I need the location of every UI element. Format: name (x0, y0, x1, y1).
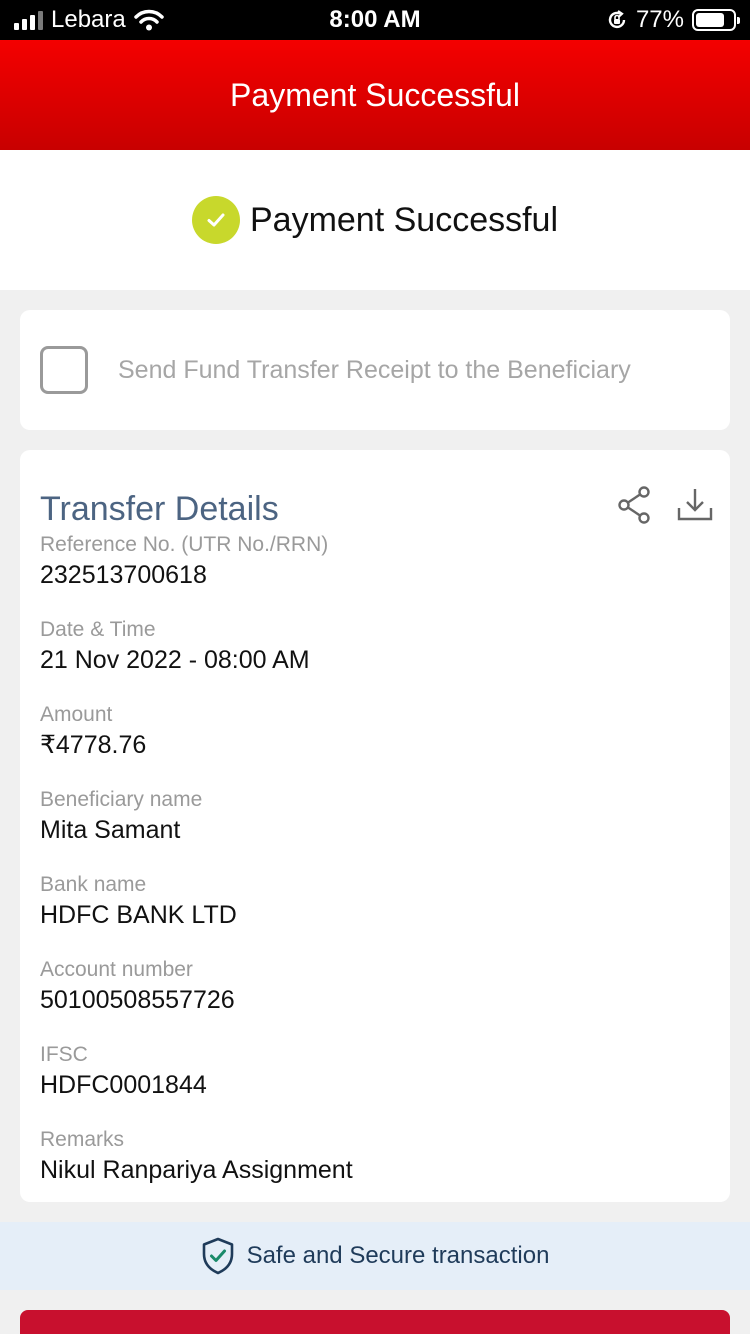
send-receipt-label[interactable]: Send Fund Transfer Receipt to the Benefi… (118, 356, 631, 385)
orientation-lock-icon (608, 10, 626, 29)
field-label: Account number (40, 958, 193, 981)
field-label: Amount (40, 703, 113, 726)
secure-transaction-strip: Safe and Secure transaction (0, 1222, 750, 1290)
field-label: Date & Time (40, 618, 156, 641)
battery-icon (692, 9, 740, 31)
field-ifsc: IFSC HDFC0001844 (40, 1042, 353, 1127)
battery-percent: 77% (635, 6, 684, 33)
field-label: IFSC (40, 1043, 88, 1066)
field-value: Mita Samant (40, 816, 181, 844)
field-value: ₹4778.76 (40, 731, 147, 759)
field-date-time: Date & Time 21 Nov 2022 - 08:00 AM (40, 617, 353, 702)
receipt-option-card[interactable]: Send Fund Transfer Receipt to the Benefi… (20, 310, 730, 430)
field-amount: Amount ₹4778.76 (40, 702, 353, 787)
secure-transaction-text: Safe and Secure transaction (246, 1242, 550, 1269)
field-label: Bank name (40, 873, 147, 896)
field-beneficiary-name: Beneficiary name Mita Samant (40, 787, 353, 872)
page-title: Payment Successful (230, 76, 520, 113)
field-value: HDFC BANK LTD (40, 901, 237, 929)
page-header: Payment Successful (0, 40, 750, 150)
transfer-details-card: Transfer Details Reference No. (UTR No./… (20, 450, 730, 1202)
field-label: Reference No. (UTR No./RRN) (40, 533, 329, 556)
send-receipt-checkbox[interactable] (40, 346, 88, 394)
success-message: Payment Successful (249, 200, 559, 239)
field-bank-name: Bank name HDFC BANK LTD (40, 872, 353, 957)
field-label: Remarks (40, 1128, 125, 1151)
field-label: Beneficiary name (40, 788, 203, 811)
share-icon[interactable] (616, 486, 652, 524)
transfer-details-title: Transfer Details (40, 490, 279, 528)
success-check-icon (191, 196, 240, 244)
transfer-fields: Reference No. (UTR No./RRN) 232513700618… (40, 532, 353, 1212)
success-banner: Payment Successful (0, 150, 750, 290)
field-remarks: Remarks Nikul Ranpariya Assignment (40, 1127, 353, 1212)
field-value: 232513700618 (40, 561, 207, 589)
status-bar: Lebara 8:00 AM 77% (0, 0, 750, 40)
field-value: Nikul Ranpariya Assignment (40, 1156, 353, 1184)
download-icon[interactable] (676, 486, 714, 524)
field-value: 50100508557726 (40, 986, 235, 1014)
field-account-number: Account number 50100508557726 (40, 957, 353, 1042)
field-reference-no: Reference No. (UTR No./RRN) 232513700618 (40, 532, 353, 617)
bottom-action-button[interactable] (20, 1310, 730, 1334)
field-value: HDFC0001844 (40, 1071, 207, 1099)
field-value: 21 Nov 2022 - 08:00 AM (40, 646, 310, 674)
shield-check-icon (202, 1237, 233, 1275)
